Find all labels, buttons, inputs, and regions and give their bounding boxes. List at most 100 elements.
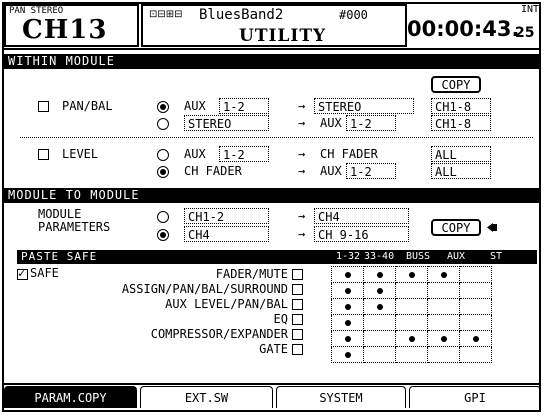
paste-row-checkbox[interactable] [292,269,303,280]
paste-grid-cell[interactable] [459,314,492,331]
level-option-2-target[interactable]: ALL [431,163,491,179]
level-checkbox[interactable] [38,149,49,160]
paste-row-label: EQ [273,312,288,326]
timecode-frames: 25 [515,25,535,41]
pan-bal-option-2-dst-label: AUX [320,116,342,130]
paste-grid-cell[interactable] [363,346,396,363]
paste-grid-cell[interactable] [427,314,460,331]
level-option-1-src-label: AUX [184,147,206,161]
level-option-1-radio[interactable] [157,149,169,161]
arrow-icon: → [298,99,306,113]
paste-grid-cell[interactable] [459,282,492,299]
paste-row-checkbox[interactable] [292,299,303,310]
module-option-2-radio[interactable] [157,229,169,241]
pan-bal-option-1-src-value[interactable]: 1-2 [219,98,269,114]
paste-grid-cell[interactable] [395,298,428,315]
paste-grid-cell[interactable] [395,330,428,347]
paste-row-checkbox[interactable] [292,344,303,355]
paste-grid-cell[interactable] [459,298,492,315]
col-header-5: ST [490,251,503,262]
paste-grid-cell[interactable] [395,266,428,283]
enabled-dot-icon [440,335,447,342]
paste-grid-row [331,346,492,363]
timecode-display: INT 00:00:43. 25 [407,4,541,47]
level-option-1-src-value[interactable]: 1-2 [219,146,269,162]
paste-row-checkbox[interactable] [292,284,303,295]
within-module-bar: WITHIN MODULE [4,54,541,69]
enabled-dot-icon [344,287,351,294]
pan-bal-option-1-target[interactable]: CH1-8 [431,98,491,114]
paste-grid-cell[interactable] [427,282,460,299]
module-option-1-source[interactable]: CH1-2 [184,208,269,224]
paste-safe-columns: 1-32 33-40 BUSS AUX ST [333,250,503,264]
paste-grid-cell[interactable] [395,282,428,299]
paste-grid-cell[interactable] [459,330,492,347]
pan-bal-option-1-src-label: AUX [184,99,206,113]
paste-grid-cell[interactable] [331,282,364,299]
module-label-line2: PARAMETERS [38,220,111,234]
paste-grid-cell[interactable] [363,266,396,283]
pan-bal-option-2-src[interactable]: STEREO [184,115,269,131]
paste-grid-cell[interactable] [363,314,396,331]
paste-grid-cell[interactable] [427,330,460,347]
paste-grid-cell[interactable] [363,298,396,315]
paste-grid-row [331,266,492,283]
within-divider [20,137,533,138]
tab-system[interactable]: SYSTEM [276,386,406,408]
paste-row-label: ASSIGN/PAN/BAL/SURROUND [121,282,288,296]
tabs-divider [4,383,541,385]
enabled-dot-icon [344,319,351,326]
paste-grid-cell[interactable] [331,330,364,347]
paste-grid-cell[interactable] [331,298,364,315]
level-option-2-radio[interactable] [157,166,169,178]
tab-param-copy[interactable]: PARAM.COPY [4,386,137,408]
arrow-icon: → [298,209,306,223]
project-name: BluesBand2 [199,7,284,23]
within-copy-button[interactable]: COPY [431,76,481,93]
pan-bal-option-2-target[interactable]: CH1-8 [431,115,491,131]
tab-ext-sw[interactable]: EXT.SW [140,386,273,408]
level-option-1-target[interactable]: ALL [431,146,491,162]
pan-bal-option-1-radio[interactable] [157,101,169,113]
paste-grid-cell[interactable] [459,266,492,283]
paste-grid-cell[interactable] [363,330,396,347]
module-option-1-radio[interactable] [157,211,169,223]
paste-row-checkbox[interactable] [292,329,303,340]
paste-row-label: GATE [259,342,288,356]
tab-gpi[interactable]: GPI [409,386,541,408]
paste-row-checkbox[interactable] [292,314,303,325]
enabled-dot-icon [408,271,415,278]
paste-grid-cell[interactable] [395,314,428,331]
module-option-2-source[interactable]: CH4 [184,226,269,242]
paste-grid-cell[interactable] [427,266,460,283]
col-header-2: 33-40 [364,251,395,262]
paste-grid-cell[interactable] [459,346,492,363]
module-copy-button[interactable]: COPY [431,219,481,236]
arrow-icon: → [298,164,306,178]
arrow-icon: → [298,116,306,130]
paste-grid-cell[interactable] [331,314,364,331]
pan-bal-option-2-radio[interactable] [157,118,169,130]
screen-title: UTILITY [239,26,327,46]
pan-bal-option-2-dst-value[interactable]: 1-2 [346,115,396,131]
module-to-module-bar: MODULE TO MODULE [4,188,541,203]
paste-grid-cell[interactable] [427,346,460,363]
enabled-dot-icon [376,271,383,278]
pan-bal-checkbox[interactable] [38,101,49,112]
pan-bal-label: PAN/BAL [62,99,113,113]
paste-grid-cell[interactable] [363,282,396,299]
paste-safe-grid [331,266,492,363]
paste-grid-row [331,282,492,299]
enabled-dot-icon [344,351,351,358]
timecode-main: 00:00:43. [407,17,520,41]
paste-grid-cell[interactable] [331,266,364,283]
pan-bal-option-1-dst[interactable]: STEREO [314,98,414,114]
level-option-2-dst-value[interactable]: 1-2 [346,163,396,179]
level-option-2-dst-label: AUX [320,164,342,178]
paste-grid-cell[interactable] [427,298,460,315]
module-option-1-dest[interactable]: CH4 [314,208,409,224]
paste-grid-cell[interactable] [395,346,428,363]
speaker-icon [487,223,497,232]
module-option-2-dest[interactable]: CH 9-16 [314,226,409,242]
paste-grid-cell[interactable] [331,346,364,363]
